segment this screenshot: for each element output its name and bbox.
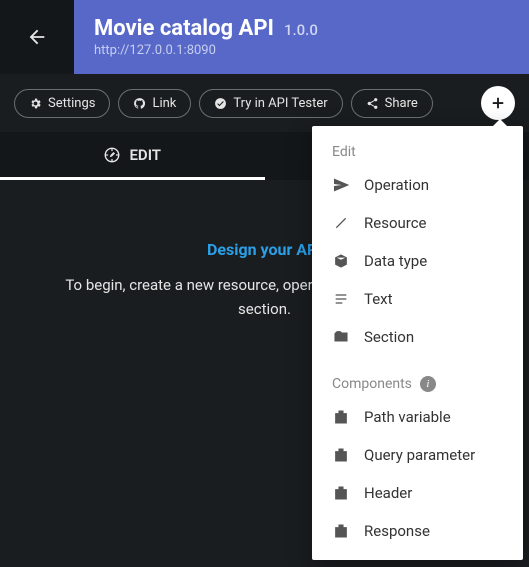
add-menu: Edit Operation Resource Data type Text S… xyxy=(312,126,523,560)
api-title: Movie catalog API xyxy=(94,16,274,41)
toolbar: Settings Link Try in API Tester Share xyxy=(0,74,529,132)
back-button[interactable] xyxy=(0,0,74,74)
menu-heading-components: Components i xyxy=(312,372,523,398)
menu-item-section[interactable]: Section xyxy=(312,318,523,356)
menu-heading-edit: Edit xyxy=(312,140,523,166)
menu-item-header[interactable]: Header xyxy=(312,474,523,512)
menu-item-operation[interactable]: Operation xyxy=(312,166,523,204)
share-label: Share xyxy=(385,96,418,111)
text-icon xyxy=(332,290,350,308)
resource-icon xyxy=(332,214,350,232)
tab-edit[interactable]: EDIT xyxy=(0,132,265,180)
try-label: Try in API Tester xyxy=(233,96,327,111)
plus-icon xyxy=(489,94,507,112)
section-icon xyxy=(332,328,350,346)
settings-button[interactable]: Settings xyxy=(14,89,110,118)
gear-icon xyxy=(29,97,42,110)
component-icon xyxy=(332,484,350,502)
operation-icon xyxy=(332,176,350,194)
link-label: Link xyxy=(152,96,176,111)
menu-item-text[interactable]: Text xyxy=(312,280,523,318)
header-title-area: Movie catalog API 1.0.0 http://127.0.0.1… xyxy=(74,0,529,74)
menu-item-query-parameter[interactable]: Query parameter xyxy=(312,436,523,474)
edit-circle-icon xyxy=(103,146,121,164)
api-version: 1.0.0 xyxy=(284,21,318,39)
tab-edit-label: EDIT xyxy=(129,146,161,164)
menu-item-datatype[interactable]: Data type xyxy=(312,242,523,280)
info-icon[interactable]: i xyxy=(420,376,436,392)
menu-item-response[interactable]: Response xyxy=(312,512,523,550)
link-button[interactable]: Link xyxy=(118,89,191,118)
share-button[interactable]: Share xyxy=(351,89,433,118)
component-icon xyxy=(332,446,350,464)
try-button[interactable]: Try in API Tester xyxy=(199,89,342,118)
share-icon xyxy=(366,97,379,110)
menu-item-resource[interactable]: Resource xyxy=(312,204,523,242)
add-button[interactable] xyxy=(481,86,515,120)
check-circle-icon xyxy=(214,97,227,110)
component-icon xyxy=(332,408,350,426)
api-url: http://127.0.0.1:8090 xyxy=(94,43,509,58)
arrow-left-icon xyxy=(26,26,48,48)
settings-label: Settings xyxy=(48,96,95,111)
github-icon xyxy=(133,97,146,110)
menu-item-path-variable[interactable]: Path variable xyxy=(312,398,523,436)
datatype-icon xyxy=(332,252,350,270)
component-icon xyxy=(332,522,350,540)
